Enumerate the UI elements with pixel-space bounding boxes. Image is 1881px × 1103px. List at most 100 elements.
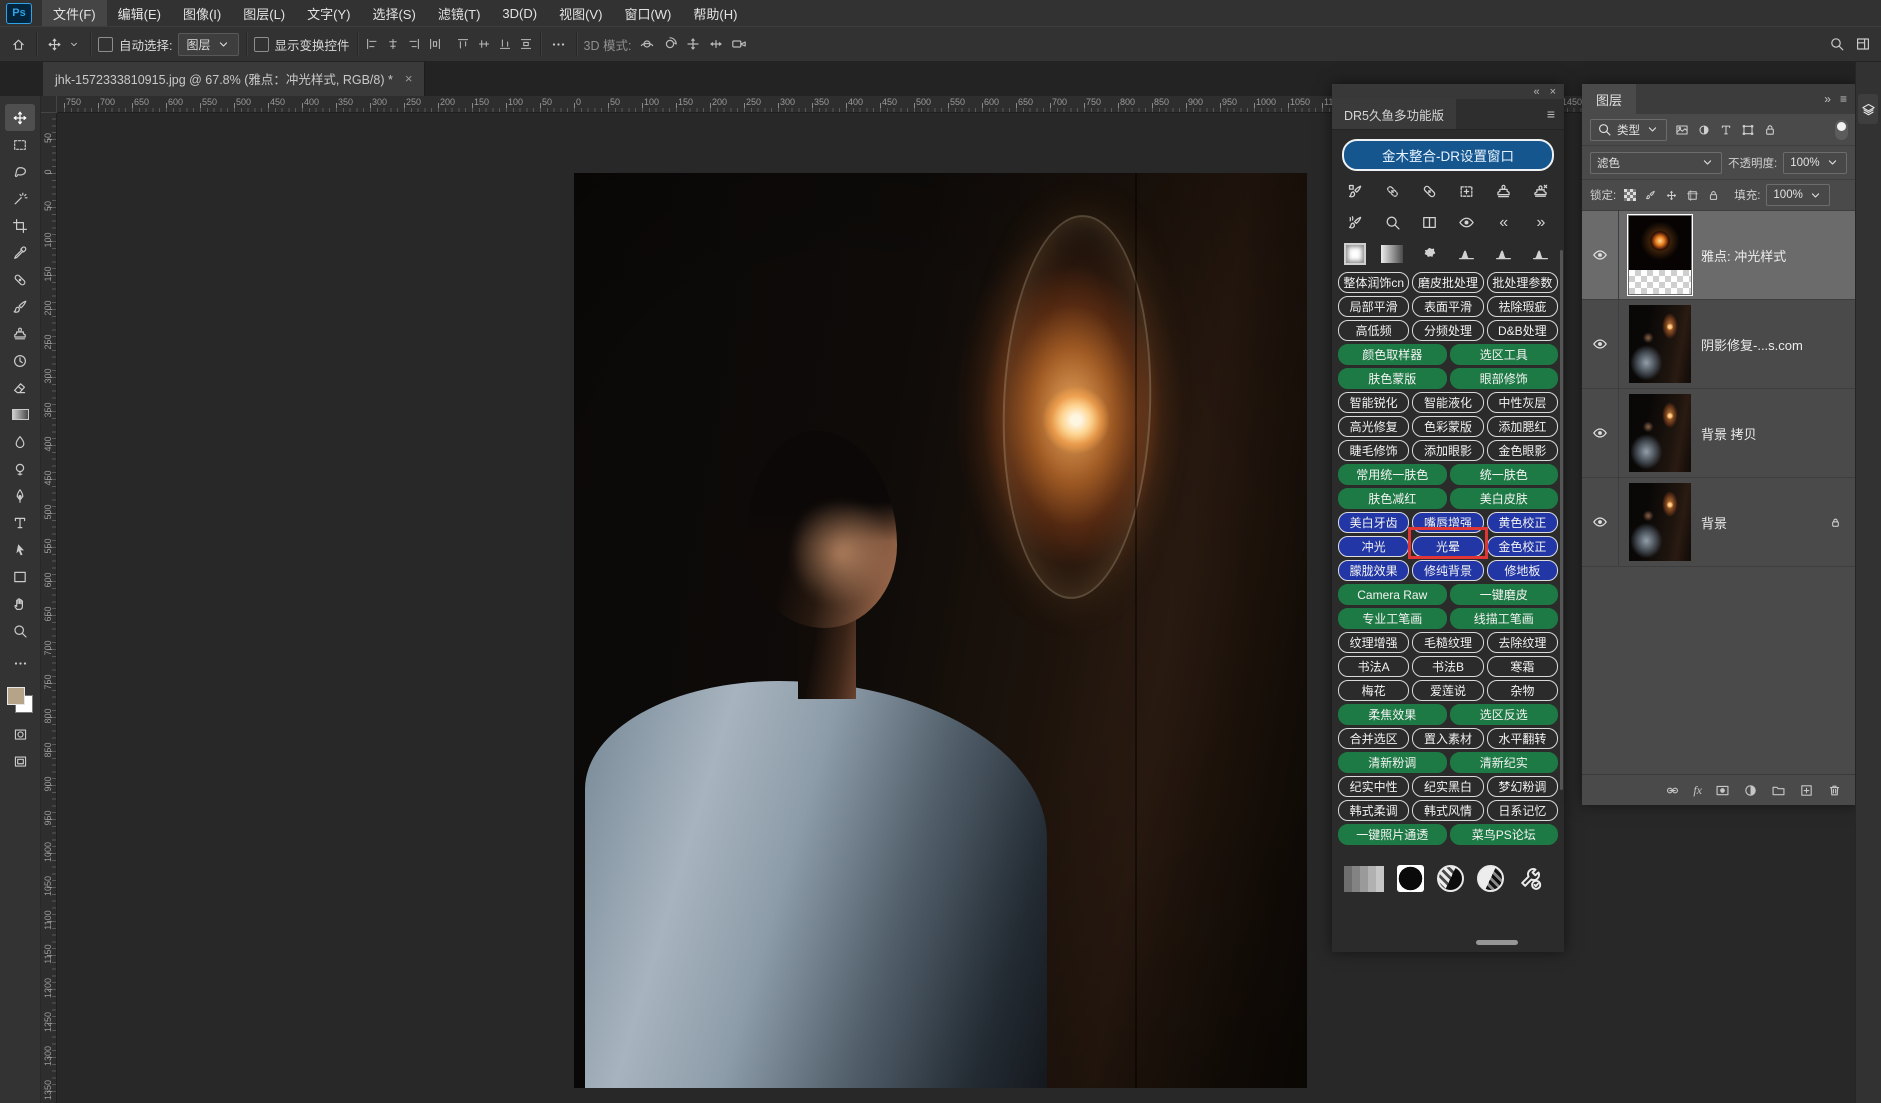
current-tool-icon[interactable] xyxy=(44,35,65,54)
gradient-tool[interactable] xyxy=(5,401,35,428)
brush-tool[interactable] xyxy=(5,293,35,320)
blend-mode-dropdown[interactable]: 滤色 xyxy=(1590,152,1722,174)
plugin-button-r24-c1[interactable]: 一键照片通透 xyxy=(1338,824,1447,845)
plugin-button-r18-c2[interactable]: 爱莲说 xyxy=(1412,680,1483,701)
plugin-button-r22-c1[interactable]: 纪实中性 xyxy=(1338,776,1409,797)
lock-artboard-icon[interactable] xyxy=(1686,189,1699,202)
plugin-histogram-icon[interactable] xyxy=(1530,245,1552,262)
plugin-button-r21-c1[interactable]: 清新粉调 xyxy=(1338,752,1447,773)
menu-item-10[interactable]: 帮助(H) xyxy=(682,0,748,26)
align-right-icon[interactable] xyxy=(407,37,421,51)
layer-filter-dropdown[interactable]: 类型 xyxy=(1590,119,1667,141)
plugin-button-r23-c3[interactable]: 日系记忆 xyxy=(1487,800,1558,821)
edit-toolbar-icon[interactable] xyxy=(5,650,35,677)
plugin-button-r6-c3[interactable]: 中性灰层 xyxy=(1487,392,1558,413)
filter-smart-object-icon[interactable] xyxy=(1763,123,1777,137)
foreground-color-swatch[interactable] xyxy=(7,687,25,705)
menu-item-3[interactable]: 图层(L) xyxy=(232,0,296,26)
distribute-v-icon[interactable] xyxy=(519,37,533,51)
plugin-button-r14-c1[interactable]: Camera Raw xyxy=(1338,584,1447,605)
plugin-button-r8-c3[interactable]: 金色眼影 xyxy=(1487,440,1558,461)
collapse-panel-chevrons-icon[interactable]: » xyxy=(1824,92,1831,106)
adjustment-layer-icon[interactable] xyxy=(1743,783,1758,798)
plugin-button-r13-c1[interactable]: 朦胧效果 xyxy=(1338,560,1409,581)
plugin-button-r6-c1[interactable]: 智能锐化 xyxy=(1338,392,1409,413)
plugin-button-r11-c1[interactable]: 美白牙齿 xyxy=(1338,512,1409,533)
plugin-button-r23-c1[interactable]: 韩式柔调 xyxy=(1338,800,1409,821)
plugin-zoom-tool-icon[interactable] xyxy=(1381,214,1403,231)
plugin-button-r5-c2[interactable]: 眼部修饰 xyxy=(1450,368,1559,389)
plugin-button-r22-c3[interactable]: 梦幻粉调 xyxy=(1487,776,1558,797)
plugin-button-r10-c2[interactable]: 美白皮肤 xyxy=(1450,488,1559,509)
new-group-icon[interactable] xyxy=(1771,783,1786,798)
plugin-button-r8-c1[interactable]: 睫毛修饰 xyxy=(1338,440,1409,461)
plugin-button-r9-c2[interactable]: 统一肤色 xyxy=(1450,464,1559,485)
plugin-histogram-icon[interactable] xyxy=(1456,245,1478,262)
dodge-tool[interactable] xyxy=(5,455,35,482)
plugin-button-r19-c1[interactable]: 柔焦效果 xyxy=(1338,704,1447,725)
align-left-icon[interactable] xyxy=(365,37,379,51)
link-layers-icon[interactable] xyxy=(1665,783,1680,798)
workspace-icon[interactable] xyxy=(1855,36,1871,52)
plugin-splash-icon[interactable] xyxy=(1418,245,1440,262)
filter-adjustment-icon[interactable] xyxy=(1697,123,1711,137)
layer-name[interactable]: 背景 拷贝 xyxy=(1701,424,1856,443)
plugin-gradient-swatch-icon[interactable] xyxy=(1381,245,1403,263)
plugin-blend-brush-icon[interactable] xyxy=(1344,214,1366,231)
plugin-button-r17-c1[interactable]: 书法A xyxy=(1338,656,1409,677)
collapsed-layers-panel-icon[interactable] xyxy=(1858,94,1878,124)
lock-transparency-icon[interactable] xyxy=(1624,189,1636,201)
plugin-button-r12-c1[interactable]: 冲光 xyxy=(1338,536,1409,557)
plugin-button-r15-c2[interactable]: 线描工笔画 xyxy=(1450,608,1559,629)
more-options-icon[interactable] xyxy=(548,35,569,54)
clone-stamp-tool[interactable] xyxy=(5,320,35,347)
layer-filter-toggle[interactable] xyxy=(1835,120,1848,140)
plugin-mixer-brush-icon[interactable] xyxy=(1344,183,1366,200)
plugin-button-r2-c2[interactable]: 表面平滑 xyxy=(1412,296,1483,317)
plugin-panel-titlebar[interactable]: « × xyxy=(1332,84,1564,99)
filter-type-icon[interactable] xyxy=(1719,123,1733,137)
hand-tool[interactable] xyxy=(5,590,35,617)
plugin-preset-hatch-a-icon[interactable] xyxy=(1437,865,1464,892)
show-transform-checkbox[interactable] xyxy=(254,37,269,52)
align-center-h-icon[interactable] xyxy=(386,37,400,51)
plugin-button-r12-c3[interactable]: 金色校正 xyxy=(1487,536,1558,557)
plugin-button-r1-c3[interactable]: 批处理参数 xyxy=(1487,272,1558,293)
plugin-button-r10-c1[interactable]: 肤色减红 xyxy=(1338,488,1447,509)
filter-pixel-icon[interactable] xyxy=(1675,123,1689,137)
menu-item-5[interactable]: 选择(S) xyxy=(361,0,426,26)
distribute-h-icon[interactable] xyxy=(428,37,442,51)
ruler-origin-corner[interactable] xyxy=(40,96,57,113)
plugin-button-r20-c2[interactable]: 置入素材 xyxy=(1412,728,1483,749)
plugin-clone-source-icon[interactable] xyxy=(1530,183,1552,200)
plugin-button-r22-c2[interactable]: 纪实黑白 xyxy=(1412,776,1483,797)
plugin-settings-button[interactable]: 金木整合-DR设置窗口 xyxy=(1342,139,1554,171)
plugin-button-r3-c1[interactable]: 高低频 xyxy=(1338,320,1409,341)
plugin-button-r7-c1[interactable]: 高光修复 xyxy=(1338,416,1409,437)
plugin-horizontal-scrollbar[interactable] xyxy=(1476,940,1518,945)
lock-all-icon[interactable] xyxy=(1707,189,1720,202)
plugin-button-r9-c1[interactable]: 常用统一肤色 xyxy=(1338,464,1447,485)
plugin-button-r16-c2[interactable]: 毛糙纹理 xyxy=(1412,632,1483,653)
eraser-tool[interactable] xyxy=(5,374,35,401)
plugin-button-r2-c1[interactable]: 局部平滑 xyxy=(1338,296,1409,317)
eyedropper-tool[interactable] xyxy=(5,239,35,266)
align-middle-icon[interactable] xyxy=(477,37,491,51)
blur-tool[interactable] xyxy=(5,428,35,455)
auto-select-target-dropdown[interactable]: 图层 xyxy=(178,33,238,56)
history-brush-tool[interactable] xyxy=(5,347,35,374)
layer-thumbnail[interactable] xyxy=(1629,216,1691,294)
filter-shape-icon[interactable] xyxy=(1741,123,1755,137)
layer-visibility-eye-icon[interactable] xyxy=(1582,300,1619,388)
plugin-button-r18-c1[interactable]: 梅花 xyxy=(1338,680,1409,701)
plugin-button-r15-c1[interactable]: 专业工笔画 xyxy=(1338,608,1447,629)
layer-thumbnail[interactable] xyxy=(1629,483,1691,561)
plugin-button-r14-c2[interactable]: 一键磨皮 xyxy=(1450,584,1559,605)
pen-tool[interactable] xyxy=(5,482,35,509)
menu-item-0[interactable]: 文件(F) xyxy=(42,0,107,26)
vertical-ruler[interactable]: 5005010015020025030035040045050055060065… xyxy=(40,112,57,1103)
plugin-prev-icon-icon[interactable]: « xyxy=(1493,214,1515,232)
photoshop-logo-icon[interactable]: Ps xyxy=(6,3,32,24)
tab-close-icon[interactable]: × xyxy=(405,71,413,86)
align-bottom-icon[interactable] xyxy=(498,37,512,51)
